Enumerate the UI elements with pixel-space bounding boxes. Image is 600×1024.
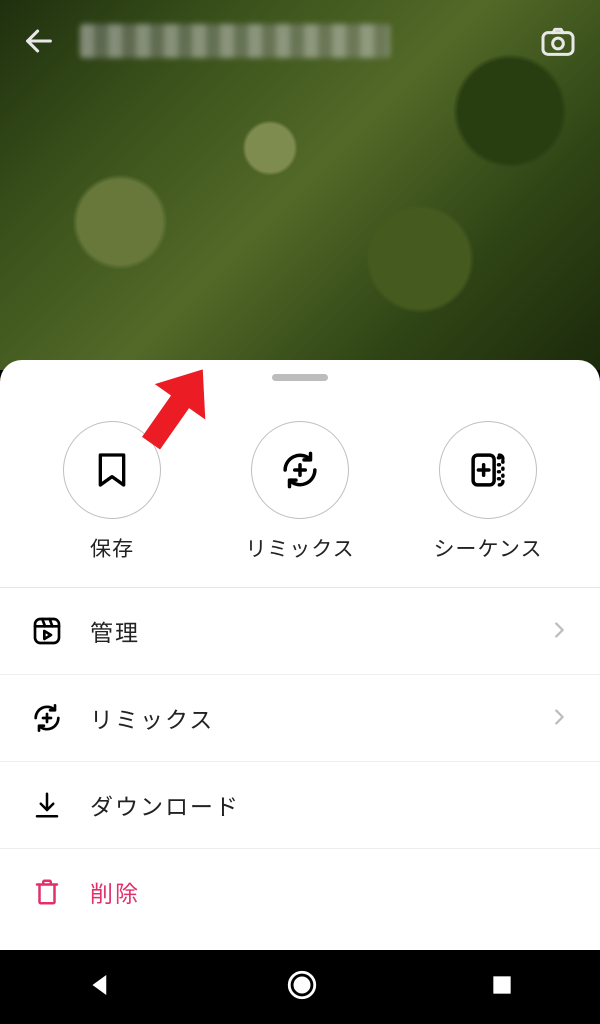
remix-icon — [279, 449, 321, 491]
triangle-back-icon — [85, 970, 115, 1000]
sheet-grabber[interactable] — [272, 374, 328, 381]
save-label: 保存 — [90, 533, 134, 563]
remix-circle — [251, 421, 349, 519]
remix-icon — [30, 701, 64, 735]
menu-item-remix[interactable]: リミックス — [0, 675, 600, 762]
nav-back-button[interactable] — [85, 970, 115, 1005]
camera-button[interactable] — [538, 21, 578, 66]
bottom-sheet: 保存 リミックス — [0, 360, 600, 950]
reels-icon — [30, 614, 64, 648]
back-button[interactable] — [22, 24, 56, 63]
action-circle-row: 保存 リミックス — [0, 391, 600, 588]
square-recents-icon — [489, 972, 515, 998]
chevron-right-icon — [548, 701, 570, 735]
circle-home-icon — [285, 968, 319, 1002]
camera-icon — [538, 21, 578, 61]
sequence-label: シーケンス — [434, 533, 543, 563]
menu-item-manage-label: 管理 — [90, 614, 140, 648]
annotation-arrow-icon — [120, 354, 230, 464]
remix-label: リミックス — [245, 533, 354, 563]
menu-item-manage[interactable]: 管理 — [0, 588, 600, 675]
remix-action[interactable]: リミックス — [225, 421, 375, 563]
nav-recents-button[interactable] — [489, 972, 515, 1003]
system-nav-bar — [0, 950, 600, 1024]
menu-item-delete[interactable]: 削除 — [0, 849, 600, 935]
sequence-action[interactable]: シーケンス — [413, 421, 563, 563]
menu-list: 管理 リミックス — [0, 588, 600, 935]
back-arrow-icon — [22, 24, 56, 58]
screen: 保存 リミックス — [0, 0, 600, 1024]
menu-item-delete-label: 削除 — [90, 875, 140, 909]
sequence-icon — [467, 449, 509, 491]
top-bar — [0, 18, 600, 68]
trash-icon — [30, 875, 64, 909]
background-photo — [0, 0, 600, 370]
nav-home-button[interactable] — [285, 968, 319, 1007]
download-icon — [30, 788, 64, 822]
sequence-circle — [439, 421, 537, 519]
menu-item-download-label: ダウンロード — [90, 788, 240, 822]
menu-item-remix-label: リミックス — [90, 701, 214, 735]
menu-item-download[interactable]: ダウンロード — [0, 762, 600, 849]
chevron-right-icon — [548, 614, 570, 648]
